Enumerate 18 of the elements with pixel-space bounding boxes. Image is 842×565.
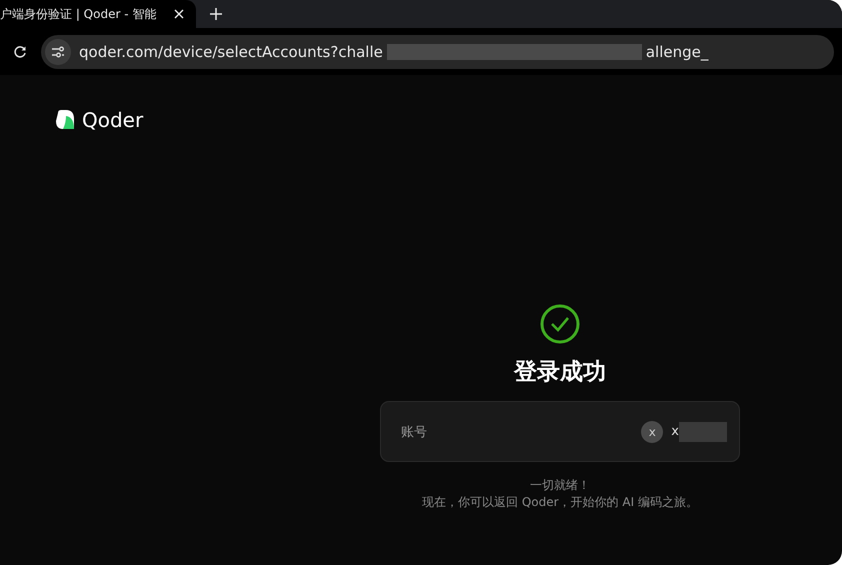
new-tab-icon[interactable] xyxy=(210,8,222,20)
account-name: x xyxy=(671,424,679,439)
reload-icon[interactable] xyxy=(13,44,27,58)
browser-tab[interactable]: 户端身份验证 | Qoder - 智能 xyxy=(0,0,196,28)
logo-icon xyxy=(54,109,76,131)
redacted-block xyxy=(679,422,727,442)
account-label: 账号 xyxy=(401,424,428,440)
site-settings-icon[interactable] xyxy=(45,38,71,64)
message-text: 现在，你可以返回 Qoder，开始你的 AI 编码之旅。 xyxy=(422,494,698,511)
url-text: qoder.com/device/selectAccounts?challe xyxy=(79,42,383,60)
url-text: allenge_ xyxy=(646,42,708,60)
status-title: 登录成功 xyxy=(514,358,606,387)
avatar: x xyxy=(641,420,664,442)
close-icon[interactable] xyxy=(174,9,184,19)
success-check-icon xyxy=(540,304,580,344)
address-bar[interactable]: qoder.com/device/selectAccounts?challe allenge_ xyxy=(41,34,834,68)
brand-name: Qoder xyxy=(82,108,144,132)
message-text: 一切就绪！ xyxy=(530,477,590,494)
